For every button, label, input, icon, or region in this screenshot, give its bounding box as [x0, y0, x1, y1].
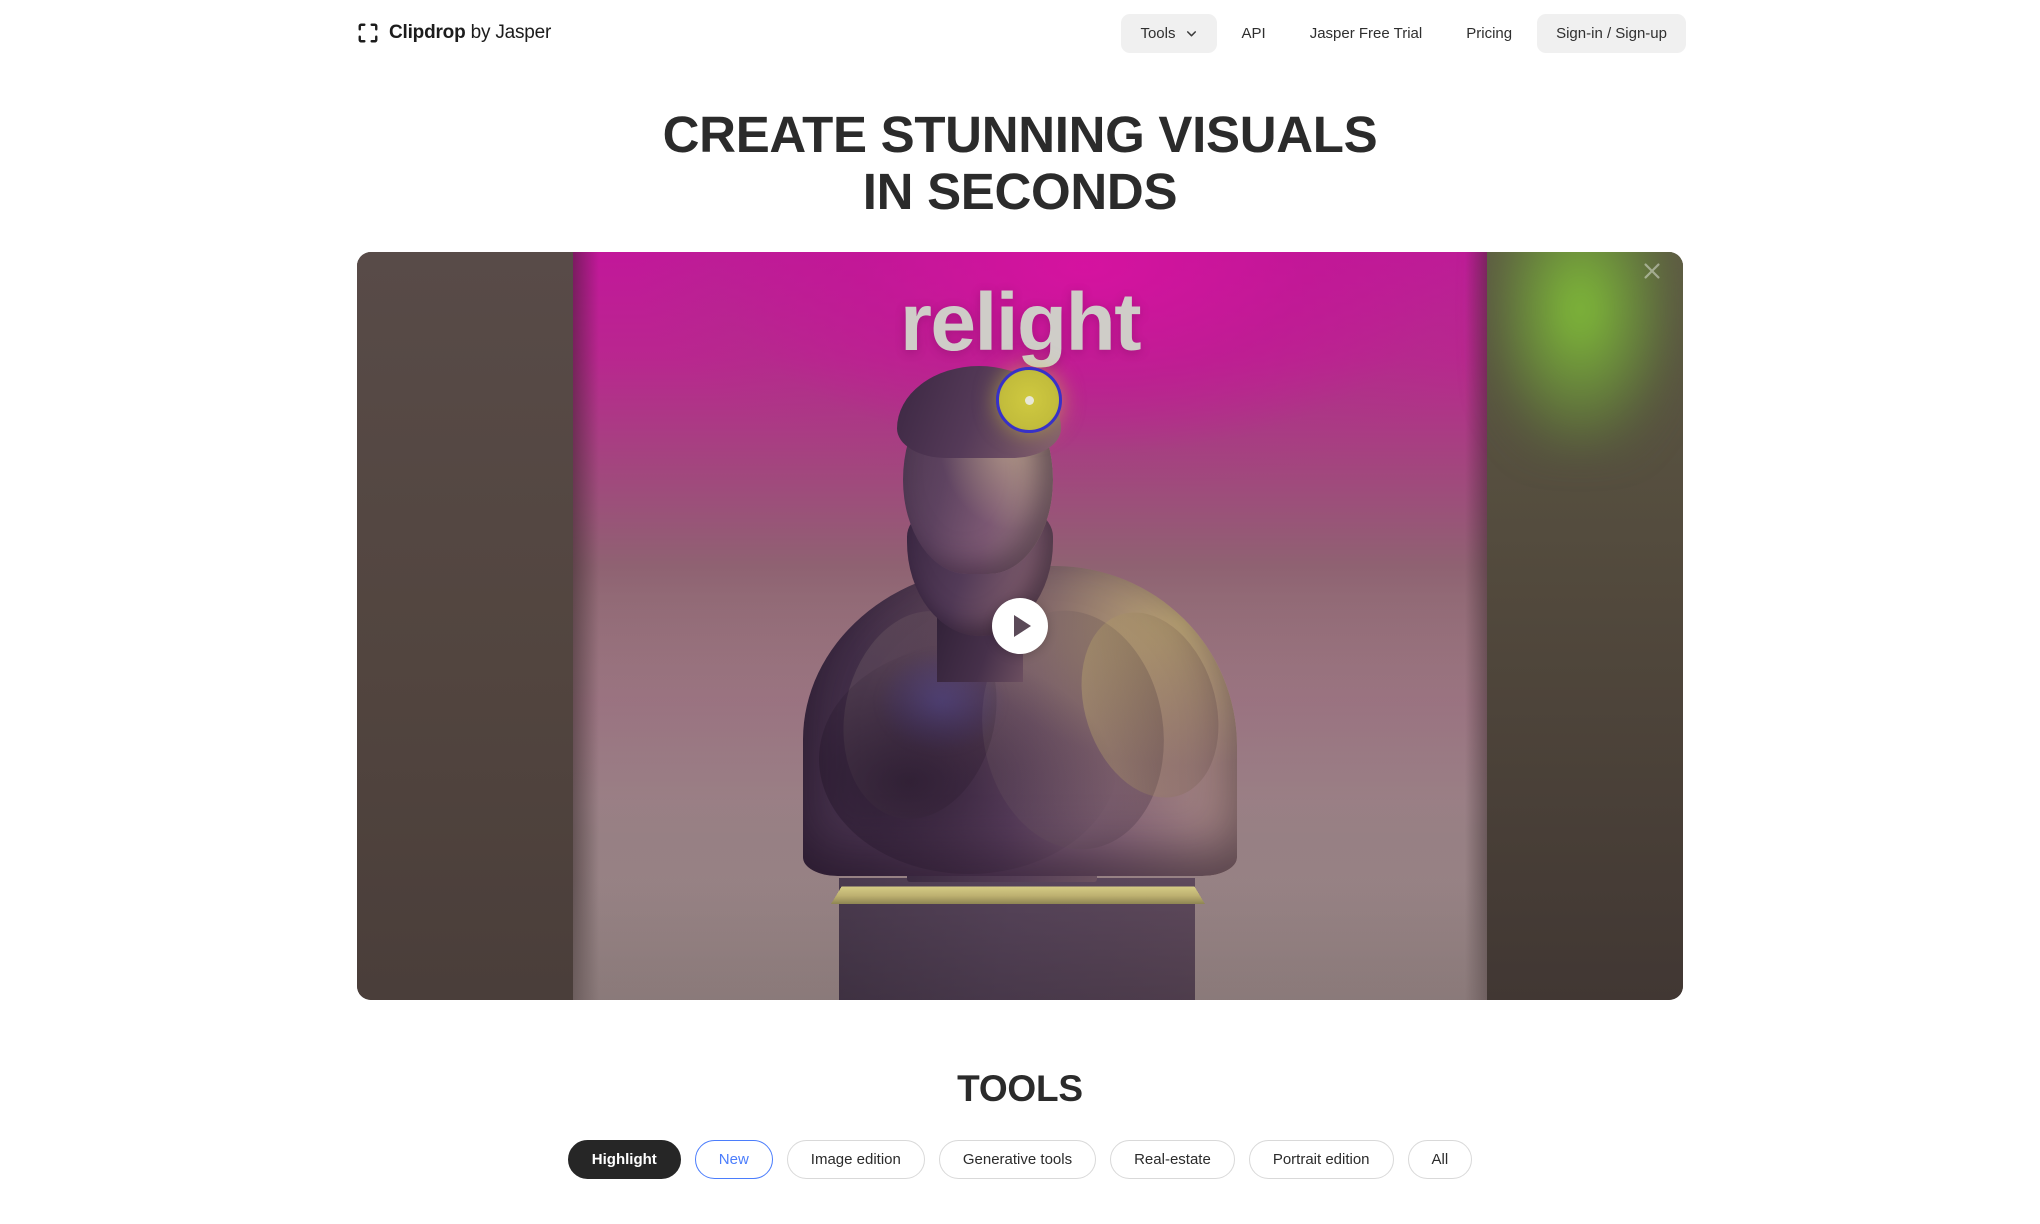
hero-video-player[interactable]: relight: [357, 252, 1683, 1001]
filter-pill-highlight-label: Highlight: [591, 1151, 657, 1169]
filter-pill-portrait-edition-label: Portrait edition: [1272, 1151, 1370, 1169]
filter-pill-real-estate[interactable]: Real-estate: [1110, 1140, 1235, 1180]
filter-pill-highlight[interactable]: Highlight: [567, 1140, 681, 1180]
crop-frame-icon: [357, 22, 379, 44]
sign-in-sign-up-label: Sign-in / Sign-up: [1556, 24, 1667, 42]
site-header: Clipdrop by Jasper Tools API Jasper Free…: [0, 0, 2040, 66]
statue-pedestal-lit-top: [831, 886, 1205, 905]
light-source-handle[interactable]: [996, 367, 1062, 434]
chevron-down-icon: [1185, 27, 1198, 40]
filter-pill-all-label: All: [1431, 1151, 1449, 1169]
filter-pill-portrait-edition[interactable]: Portrait edition: [1248, 1140, 1394, 1180]
nav-item-jasper-free-trial-label: Jasper Free Trial: [1309, 24, 1423, 42]
brand-name-bold: Clipdrop: [389, 22, 466, 43]
filter-pill-all[interactable]: All: [1407, 1140, 1473, 1180]
tools-section: TOOLS Highlight New Image edition Genera…: [0, 1068, 2040, 1180]
nav-item-pricing[interactable]: Pricing: [1447, 14, 1531, 53]
tools-heading: TOOLS: [957, 1068, 1083, 1110]
filter-pill-new-label: New: [718, 1151, 749, 1169]
sign-in-sign-up-button[interactable]: Sign-in / Sign-up: [1537, 13, 1686, 53]
filter-pill-generative-tools[interactable]: Generative tools: [938, 1140, 1097, 1180]
nav-item-tools-label: Tools: [1140, 24, 1176, 42]
statue-bust-subject: [785, 340, 1255, 1001]
nav-item-tools[interactable]: Tools: [1121, 13, 1217, 53]
green-light-glow: [1489, 252, 1680, 460]
filter-pill-new[interactable]: New: [694, 1140, 773, 1180]
video-wall-left: [357, 252, 574, 1001]
brand-name-light: by Jasper: [465, 22, 552, 43]
brand-logo[interactable]: Clipdrop by Jasper: [357, 22, 551, 44]
filter-pill-real-estate-label: Real-estate: [1134, 1151, 1211, 1169]
headline-line-2: IN SECONDS: [862, 163, 1178, 221]
headline-line-1: CREATE STUNNING VISUALS: [662, 106, 1378, 163]
nav-item-jasper-free-trial[interactable]: Jasper Free Trial: [1291, 14, 1442, 53]
close-button[interactable]: [1641, 260, 1663, 282]
filter-pill-image-edition-label: Image edition: [810, 1151, 901, 1169]
play-button[interactable]: [992, 598, 1048, 655]
nav-item-api-label: API: [1241, 24, 1266, 42]
tools-filter-bar: Highlight New Image edition Generative t…: [0, 1140, 2040, 1180]
nav-item-api[interactable]: API: [1223, 14, 1285, 53]
page-title: CREATE STUNNING VISUALS IN SECONDS: [0, 106, 2040, 220]
filter-pill-image-edition[interactable]: Image edition: [786, 1140, 925, 1180]
play-icon: [1014, 615, 1031, 638]
hero-video-section: relight: [357, 252, 1683, 1001]
close-icon: [1644, 263, 1660, 279]
filter-pill-generative-tools-label: Generative tools: [962, 1151, 1073, 1169]
brand-name: Clipdrop by Jasper: [389, 22, 551, 44]
primary-nav: Tools API Jasper Free Trial Pricing Sign…: [1121, 13, 1686, 53]
video-wall-right: [1486, 252, 1683, 1001]
nav-item-pricing-label: Pricing: [1466, 24, 1513, 42]
